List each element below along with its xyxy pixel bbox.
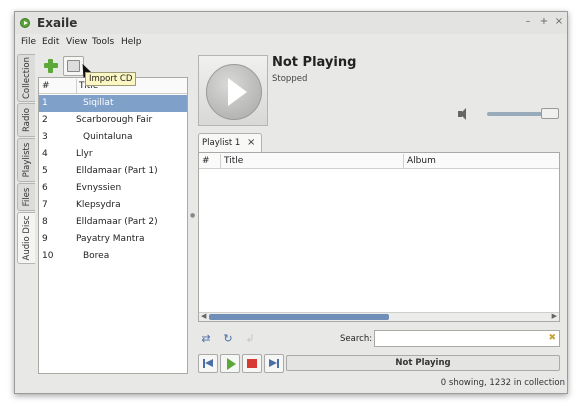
side-panel-tabs: Collection Radio Playlists Files Audio D…: [17, 54, 37, 264]
track-row[interactable]: 1 Siqillat: [39, 95, 187, 112]
tab-audio-disc[interactable]: Audio Disc: [17, 212, 35, 264]
add-icon[interactable]: [42, 57, 60, 75]
volume-slider-handle[interactable]: [541, 108, 559, 119]
window-title: Exaile: [37, 16, 78, 30]
album-cover: [198, 55, 268, 126]
track-row[interactable]: 8 Elldamaar (Part 2): [39, 214, 187, 231]
title-bar: Exaile – + ×: [15, 12, 567, 34]
track-row[interactable]: 7 Klepsydra: [39, 197, 187, 214]
track-row[interactable]: 6 Evnyssien: [39, 180, 187, 197]
maximize-button[interactable]: +: [539, 16, 549, 27]
exaile-logo-icon: [20, 18, 30, 28]
tab-playlist-1[interactable]: Playlist 1 ×: [198, 133, 262, 152]
volume-icon[interactable]: [457, 108, 471, 120]
import-cd-tooltip: Import CD: [85, 72, 137, 86]
menu-view[interactable]: View: [66, 37, 87, 47]
tab-files[interactable]: Files: [17, 183, 35, 211]
menu-bar: File Edit View Tools Help: [15, 34, 567, 51]
cd-track-list: # Title 1 Siqillat 2 Scarborough Fair 3 …: [38, 77, 188, 374]
track-row[interactable]: 5 Elldamaar (Part 1): [39, 163, 187, 180]
tab-radio[interactable]: Radio: [17, 103, 35, 137]
clear-search-icon[interactable]: ✖: [548, 333, 556, 343]
previous-button[interactable]: [198, 354, 218, 373]
menu-help[interactable]: Help: [121, 37, 142, 47]
dynamic-icon[interactable]: ↲: [242, 332, 258, 346]
track-row[interactable]: 9 Payatry Mantra: [39, 231, 187, 248]
menu-tools[interactable]: Tools: [92, 37, 114, 47]
column-number[interactable]: #: [199, 154, 221, 168]
column-album[interactable]: Album: [404, 154, 559, 168]
tab-playlists[interactable]: Playlists: [17, 138, 35, 182]
scrollbar-thumb[interactable]: [209, 314, 389, 320]
track-row[interactable]: 2 Scarborough Fair: [39, 112, 187, 129]
track-row[interactable]: 3 Quintaluna: [39, 129, 187, 146]
status-bar-text: 0 showing, 1232 in collection: [440, 378, 565, 388]
track-row[interactable]: 10 Borea: [39, 248, 187, 265]
playback-progress-bar[interactable]: Not Playing: [286, 355, 560, 371]
track-row[interactable]: 4 Llyr: [39, 146, 187, 163]
search-input[interactable]: ✖: [374, 330, 560, 347]
playlist-view: # Title Album ◀ ▶: [198, 152, 560, 322]
close-button[interactable]: ×: [554, 16, 564, 27]
scroll-right-icon[interactable]: ▶: [552, 312, 557, 320]
play-button[interactable]: [220, 354, 240, 373]
minimize-button[interactable]: –: [523, 16, 533, 27]
playlist-header: # Title Album: [199, 153, 559, 169]
next-button[interactable]: [264, 354, 284, 373]
playback-status: Stopped: [272, 74, 308, 84]
column-number[interactable]: #: [42, 81, 50, 91]
pane-splitter-handle[interactable]: ●: [190, 212, 195, 219]
main-window: Exaile – + × File Edit View Tools Help C…: [14, 11, 568, 394]
close-tab-icon[interactable]: ×: [247, 137, 255, 148]
search-label: Search:: [340, 334, 373, 344]
menu-edit[interactable]: Edit: [42, 37, 59, 47]
column-title[interactable]: Title: [221, 154, 404, 168]
tab-collection[interactable]: Collection: [17, 54, 35, 102]
now-playing-title: Not Playing: [272, 55, 357, 70]
shuffle-icon[interactable]: ⇄: [198, 332, 214, 346]
play-placeholder-icon: [206, 64, 262, 120]
stop-button[interactable]: [242, 354, 262, 373]
repeat-icon[interactable]: ↻: [220, 332, 236, 346]
scroll-left-icon[interactable]: ◀: [201, 312, 206, 320]
horizontal-scrollbar[interactable]: ◀ ▶: [199, 312, 559, 321]
menu-file[interactable]: File: [21, 37, 36, 47]
